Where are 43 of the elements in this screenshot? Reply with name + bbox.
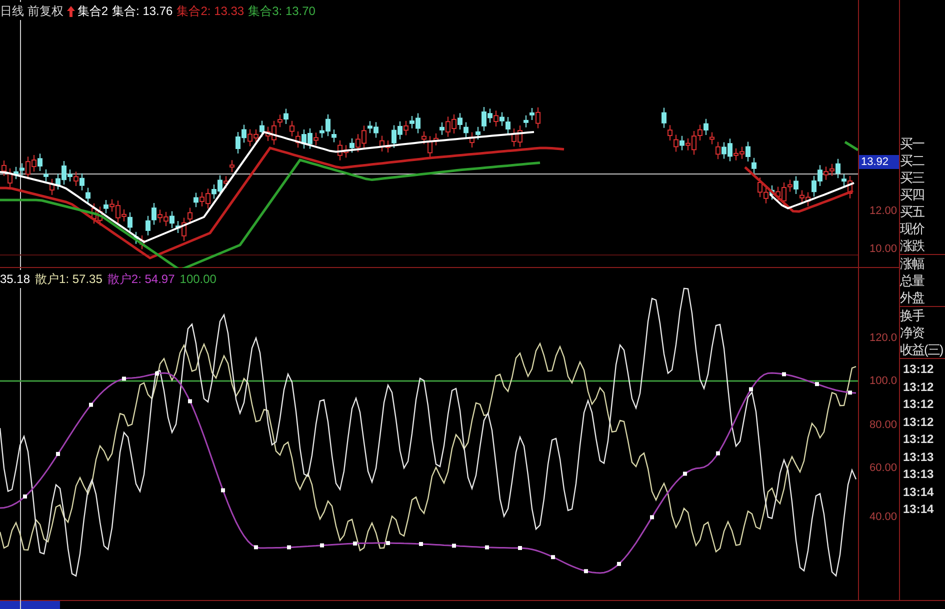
trade-time: 13:12	[903, 396, 935, 413]
legend-value: 集合2	[77, 3, 108, 20]
axis-label: 80.00	[869, 418, 897, 432]
legend-value: 散户2: 54.97	[107, 271, 175, 288]
trade-time: 13:12	[903, 378, 935, 396]
quote-label: 现价	[900, 221, 924, 236]
price-label: 12.00	[868, 204, 898, 218]
quote-label: 买三	[900, 170, 924, 185]
quote-label: 涨幅	[900, 256, 924, 271]
trade-time: 13:14	[903, 501, 935, 518]
quote-label: 涨跌	[900, 238, 924, 253]
axis-label: 100.0	[869, 374, 897, 388]
legend-value: 集合2: 13.33	[176, 3, 244, 20]
trade-time: 13:12	[903, 414, 935, 430]
up-arrow-icon	[67, 6, 76, 16]
axis-label: 60.00	[869, 461, 897, 475]
legend-value: 散户1: 57.35	[35, 271, 102, 288]
legend-value: 35.18	[0, 271, 30, 288]
quote-label: 买一	[900, 136, 924, 151]
date-cursor-bar	[0, 601, 60, 609]
quote-label: 外盘	[900, 290, 924, 305]
legend-value: 集合3: 13.70	[248, 3, 316, 20]
chart-title: 日线 前复权	[0, 2, 64, 20]
trade-time: 13:12	[903, 431, 935, 448]
trade-time: 13:14	[903, 484, 935, 500]
legend-value: 100.00	[180, 271, 216, 288]
candlestick	[230, 160, 234, 173]
trade-time: 13:13	[903, 466, 935, 483]
quote-label: 买二	[900, 153, 924, 168]
price-label: 10.00	[868, 242, 898, 256]
quote-label: 买五	[900, 204, 924, 219]
quote-label: 收益(三)	[900, 342, 943, 357]
quote-label: 净资	[900, 325, 924, 340]
trade-time: 13:13	[903, 448, 935, 466]
price-label: 13.92	[859, 155, 899, 169]
quote-label: 总量	[900, 273, 924, 288]
quote-label: 买四	[900, 187, 924, 202]
axis-label: 40.00	[869, 510, 897, 524]
legend-value: 集合: 13.76	[112, 3, 173, 20]
quote-label: 换手	[900, 308, 924, 323]
trade-time: 13:12	[903, 361, 935, 378]
axis-label: 120.0	[869, 331, 897, 345]
moving-average-line	[844, 140, 858, 152]
